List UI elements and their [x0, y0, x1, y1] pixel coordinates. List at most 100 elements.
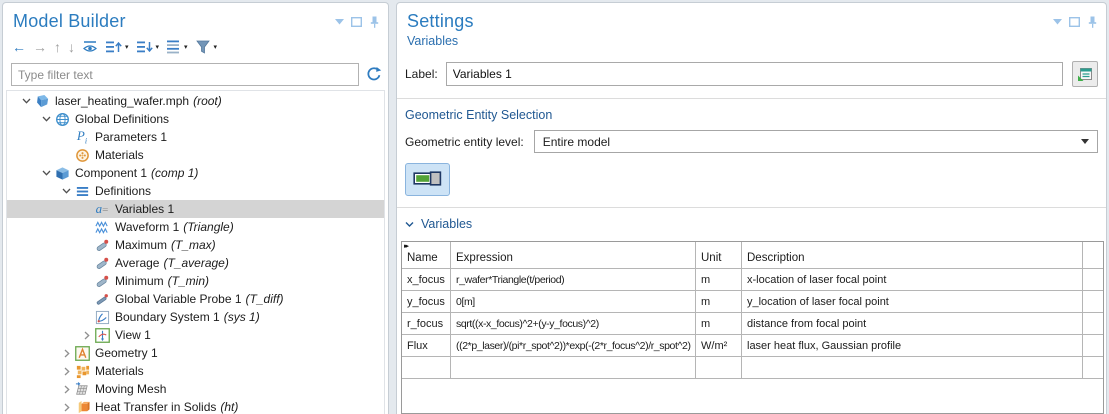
- tree-item-parameters-1[interactable]: PiParameters 1: [7, 128, 384, 146]
- tree-item-tag: (Triangle): [183, 220, 233, 234]
- column-header-unit[interactable]: Unit: [696, 242, 742, 268]
- tree-item-minimum[interactable]: Minimum(T_min): [7, 272, 384, 290]
- filter-input[interactable]: [11, 63, 359, 86]
- forward-button[interactable]: →: [30, 37, 50, 58]
- variable-description-cell[interactable]: y_location of laser focal point: [742, 291, 1083, 312]
- refresh-icon[interactable]: [365, 66, 382, 83]
- dropdown-caret-icon: ▾: [214, 43, 218, 51]
- tree-expander-icon[interactable]: [59, 403, 74, 412]
- expand-tree-button[interactable]: ▾: [102, 37, 132, 58]
- tree-item-label: Global Definitions: [75, 112, 169, 126]
- variable-row: [402, 357, 1103, 379]
- show-more-options-button[interactable]: [1072, 61, 1098, 87]
- probe-icon: [94, 273, 110, 289]
- label-field-caption: Label:: [405, 67, 438, 81]
- tree-item-definitions[interactable]: Definitions: [7, 182, 384, 200]
- view-icon: [94, 327, 110, 343]
- variable-extra-cell: [1083, 335, 1103, 356]
- column-header-name[interactable]: ▸▸Name: [402, 242, 451, 268]
- tree-item-laser-heating-wafer-mph[interactable]: laser_heating_wafer.mph(root): [7, 92, 384, 110]
- variable-description-cell[interactable]: [742, 357, 1083, 378]
- tree-item-average[interactable]: Average(T_average): [7, 254, 384, 272]
- variables-table: ▸▸NameExpressionUnitDescriptionx_focusr_…: [401, 241, 1104, 414]
- back-arrow-icon: ←: [12, 40, 26, 54]
- tree-expander-icon[interactable]: [39, 170, 54, 176]
- definitions-icon: [74, 183, 90, 199]
- list-up-icon: [105, 39, 122, 55]
- variable-expression-cell[interactable]: sqrt((x-x_focus)^2+(y-y_focus)^2): [451, 313, 696, 334]
- tree-item-geometry-1[interactable]: Geometry 1: [7, 344, 384, 362]
- tree-item-global-variable-probe-1[interactable]: Global Variable Probe 1(T_diff): [7, 290, 384, 308]
- filter-tree-button[interactable]: ▾: [192, 37, 221, 58]
- variable-name-cell[interactable]: [402, 357, 451, 378]
- tree-expander-icon[interactable]: [59, 385, 74, 394]
- variable-name-cell[interactable]: y_focus: [402, 291, 451, 312]
- pin-panel-icon[interactable]: [369, 16, 380, 28]
- tree-item-moving-mesh[interactable]: Moving Mesh: [7, 380, 384, 398]
- back-button[interactable]: ←: [9, 37, 29, 58]
- tree-item-global-definitions[interactable]: Global Definitions: [7, 110, 384, 128]
- waveform-icon: [94, 219, 110, 235]
- tree-item-materials[interactable]: Materials: [7, 362, 384, 380]
- collapse-tree-button[interactable]: ▾: [133, 37, 163, 58]
- variable-description-cell[interactable]: x-location of laser focal point: [742, 269, 1083, 290]
- show-button[interactable]: [79, 37, 101, 58]
- move-up-button[interactable]: ↑: [51, 37, 64, 58]
- variable-name-cell[interactable]: x_focus: [402, 269, 451, 290]
- materials-icon: [74, 363, 90, 379]
- column-header-expression[interactable]: Expression: [451, 242, 696, 268]
- variable-name-cell[interactable]: Flux: [402, 335, 451, 356]
- tree-item-materials[interactable]: Materials: [7, 146, 384, 164]
- variables-section-header[interactable]: Variables: [397, 208, 1106, 231]
- geometric-entity-level-row: Geometric entity level: Entire model: [397, 122, 1106, 153]
- float-panel-icon[interactable]: [1069, 17, 1080, 27]
- panel-menu-chevron-icon[interactable]: [335, 19, 344, 25]
- tree-expander-icon[interactable]: [39, 116, 54, 122]
- tree-expander-icon[interactable]: [79, 331, 94, 340]
- tree-item-waveform-1[interactable]: Waveform 1(Triangle): [7, 218, 384, 236]
- geometric-entity-level-select[interactable]: Entire model: [534, 130, 1098, 153]
- table-empty-area: [402, 379, 1103, 413]
- tree-item-maximum[interactable]: Maximum(T_max): [7, 236, 384, 254]
- dropdown-caret-icon: ▾: [156, 43, 160, 51]
- heat-transfer-icon: [74, 399, 90, 414]
- tree-expander-icon[interactable]: [59, 367, 74, 376]
- column-header-description[interactable]: Description: [742, 242, 1083, 268]
- tree-item-variables-1[interactable]: a=Variables 1: [7, 200, 384, 218]
- variable-unit-cell: [696, 357, 742, 378]
- active-selection-toggle-button[interactable]: [405, 163, 450, 196]
- root-icon: [34, 93, 50, 109]
- variable-description-cell[interactable]: laser heat flux, Gaussian profile: [742, 335, 1083, 356]
- tree-item-boundary-system-1[interactable]: Boundary System 1(sys 1): [7, 308, 384, 326]
- variable-name-cell[interactable]: r_focus: [402, 313, 451, 334]
- down-arrow-icon: ↓: [68, 40, 75, 54]
- panel-menu-chevron-icon[interactable]: [1053, 19, 1062, 25]
- variable-row: r_focussqrt((x-x_focus)^2+(y-y_focus)^2)…: [402, 313, 1103, 335]
- tree-item-component-1[interactable]: Component 1(comp 1): [7, 164, 384, 182]
- model-tree-node-text-button[interactable]: ▾: [163, 37, 191, 58]
- tree-item-tag: (comp 1): [151, 166, 198, 180]
- tree-item-label: Materials: [95, 148, 144, 162]
- tree-expander-icon[interactable]: [59, 349, 74, 358]
- variable-description-cell[interactable]: distance from focal point: [742, 313, 1083, 334]
- panel-window-controls: [335, 10, 380, 28]
- variable-extra-cell: [1083, 313, 1103, 334]
- pin-panel-icon[interactable]: [1087, 16, 1098, 28]
- move-down-button[interactable]: ↓: [65, 37, 78, 58]
- tree-item-heat-transfer-in-solids[interactable]: Heat Transfer in Solids(ht): [7, 398, 384, 414]
- variable-expression-cell[interactable]: 0[m]: [451, 291, 696, 312]
- tree-item-tag: (T_min): [168, 274, 209, 288]
- label-input[interactable]: [446, 62, 1063, 86]
- globe-icon: [54, 111, 70, 127]
- variable-expression-cell[interactable]: ((2*p_laser)/(pi*r_spot^2))*exp(-(2*r_fo…: [451, 335, 696, 356]
- tree-item-view-1[interactable]: View 1: [7, 326, 384, 344]
- tree-item-tag: (T_average): [163, 256, 228, 270]
- settings-subtitle: Variables: [397, 32, 1106, 49]
- tree-expander-icon[interactable]: [19, 98, 34, 104]
- variable-extra-cell: [1083, 269, 1103, 290]
- variable-expression-cell[interactable]: [451, 357, 696, 378]
- float-panel-icon[interactable]: [351, 17, 362, 27]
- variable-expression-cell[interactable]: r_wafer*Triangle(t/period): [451, 269, 696, 290]
- section-collapse-chevron-icon: [405, 217, 414, 231]
- tree-expander-icon[interactable]: [59, 188, 74, 194]
